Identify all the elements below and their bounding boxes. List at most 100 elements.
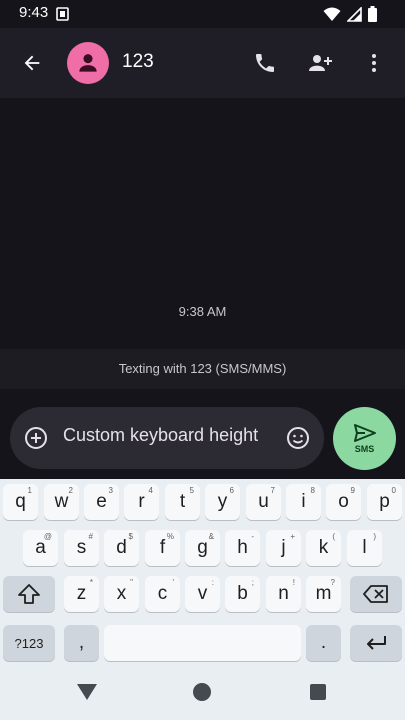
- emoji-icon[interactable]: [286, 426, 310, 450]
- key-label: j: [281, 537, 286, 558]
- nav-back-button[interactable]: [75, 680, 99, 704]
- nav-home-button[interactable]: [190, 680, 214, 704]
- key-hint: (: [332, 532, 335, 541]
- shift-key[interactable]: [3, 576, 55, 612]
- more-options-button[interactable]: [359, 48, 389, 78]
- key-u[interactable]: u7: [246, 484, 281, 520]
- key-label: ?123: [14, 635, 44, 651]
- send-label: SMS: [354, 444, 375, 454]
- key-v[interactable]: v:: [185, 576, 220, 612]
- key-label: e: [96, 491, 107, 512]
- symbols-key[interactable]: ?123: [3, 625, 55, 661]
- status-icons: [323, 5, 377, 23]
- key-hint: 9: [350, 486, 355, 495]
- key-label: ,: [78, 632, 85, 653]
- status-bar: 9:43: [0, 0, 405, 28]
- key-z[interactable]: z *: [64, 576, 99, 612]
- compose-area: Custom keyboard height SMS: [0, 389, 405, 479]
- compose-field[interactable]: Custom keyboard height: [10, 407, 324, 469]
- contact-name[interactable]: 123: [122, 51, 154, 73]
- key-q[interactable]: q1: [3, 484, 38, 520]
- key-hint: ?: [330, 578, 335, 587]
- key-hint: !: [292, 578, 295, 587]
- enter-key[interactable]: [350, 625, 402, 661]
- key-a[interactable]: a @: [23, 530, 58, 566]
- key-s[interactable]: s #: [64, 530, 99, 566]
- key-g[interactable]: g &: [185, 530, 220, 566]
- key-i[interactable]: i8: [286, 484, 321, 520]
- send-icon: [353, 424, 376, 442]
- key-hint: ): [373, 532, 376, 541]
- key-r[interactable]: r4: [124, 484, 159, 520]
- key-l[interactable]: l): [347, 530, 382, 566]
- key-label: f: [159, 537, 166, 558]
- key-label: y: [217, 491, 228, 512]
- key-label: p: [379, 491, 390, 512]
- key-o[interactable]: o9: [326, 484, 361, 520]
- send-sms-button[interactable]: SMS: [333, 407, 396, 470]
- wifi-icon: [323, 7, 341, 21]
- app-bar: 123: [0, 28, 405, 98]
- sim-card-icon: [56, 7, 69, 21]
- key-j[interactable]: j +: [266, 530, 301, 566]
- sms-banner: Texting with 123 (SMS/MMS): [0, 349, 405, 389]
- navigation-bar: [0, 664, 405, 720]
- key-w[interactable]: w2: [44, 484, 79, 520]
- conversation-area[interactable]: 9:38 AM: [0, 98, 405, 349]
- key-hint: @: [43, 532, 52, 541]
- key-label: z: [76, 583, 87, 604]
- more-vert-icon: [372, 54, 376, 72]
- comma-key[interactable]: ,: [64, 625, 99, 661]
- add-circle-icon[interactable]: [24, 426, 48, 450]
- key-label: h: [237, 537, 248, 558]
- key-y[interactable]: y6: [205, 484, 240, 520]
- key-label: w: [54, 491, 69, 512]
- key-f[interactable]: f%: [145, 530, 180, 566]
- key-hint: :: [211, 578, 214, 587]
- key-m[interactable]: m?: [306, 576, 341, 612]
- key-b[interactable]: b;: [225, 576, 260, 612]
- key-h[interactable]: h-: [225, 530, 260, 566]
- message-input[interactable]: Custom keyboard height: [63, 425, 258, 446]
- key-p[interactable]: p0: [367, 484, 402, 520]
- key-label: l: [362, 537, 367, 558]
- key-label: n: [278, 583, 289, 604]
- key-hint: 7: [270, 486, 275, 495]
- key-hint: 0: [391, 486, 396, 495]
- key-k[interactable]: k(: [306, 530, 341, 566]
- key-x[interactable]: x ": [104, 576, 139, 612]
- battery-icon: [368, 6, 377, 22]
- key-hint: ': [172, 578, 174, 587]
- key-e[interactable]: e3: [84, 484, 119, 520]
- circle-home-icon: [193, 683, 211, 701]
- contact-avatar[interactable]: [67, 42, 109, 84]
- key-label: s: [76, 537, 87, 558]
- key-c[interactable]: c ': [145, 576, 180, 612]
- period-key[interactable]: .: [306, 625, 341, 661]
- spacebar[interactable]: [104, 625, 301, 661]
- key-label: u: [258, 491, 269, 512]
- add-contact-button[interactable]: [304, 48, 336, 78]
- back-button[interactable]: [18, 49, 46, 77]
- status-time: 9:43: [19, 4, 49, 21]
- key-label: v: [197, 583, 208, 604]
- key-label: c: [157, 583, 168, 604]
- phone-icon: [256, 54, 274, 72]
- key-hint: &: [208, 532, 214, 541]
- key-label: m: [315, 583, 332, 604]
- key-d[interactable]: d $: [104, 530, 139, 566]
- backspace-key[interactable]: [350, 576, 402, 612]
- key-n[interactable]: n!: [266, 576, 301, 612]
- key-hint: 6: [229, 486, 234, 495]
- key-hint: $: [128, 532, 133, 541]
- nav-recents-button[interactable]: [306, 680, 330, 704]
- person-add-icon: [309, 55, 332, 71]
- key-label: t: [179, 491, 186, 512]
- key-label: k: [318, 537, 329, 558]
- call-button[interactable]: [250, 48, 280, 78]
- key-label: d: [116, 537, 127, 558]
- key-label: r: [138, 491, 145, 512]
- key-label: q: [15, 491, 26, 512]
- key-t[interactable]: t5: [165, 484, 200, 520]
- shift-icon: [18, 584, 40, 604]
